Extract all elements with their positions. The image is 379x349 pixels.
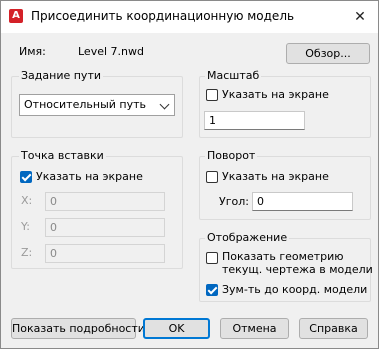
rotation-group-label: Поворот: [205, 149, 258, 162]
path-group-label: Задание пути: [19, 69, 104, 82]
path-type-value: Относительный путь: [24, 98, 146, 111]
insertion-point-group-label: Точка вставки: [19, 149, 106, 162]
attach-coordination-model-dialog: A Присоединить координационную модель ✕ …: [0, 0, 379, 349]
browse-button[interactable]: Обзор...: [286, 43, 370, 64]
rotation-specify-label: Указать на экране: [222, 170, 329, 183]
rotation-specify-checkbox[interactable]: [206, 171, 218, 183]
show-details-button[interactable]: Показать подробности: [11, 318, 145, 339]
show-geometry-label-line1: Показать геометрию: [222, 250, 344, 263]
angle-label: Угол:: [219, 195, 249, 208]
zoom-to-model-label: Зум-ть до коорд. модели: [222, 283, 368, 296]
show-geometry-checkbox[interactable]: [206, 252, 218, 264]
scale-specify-checkbox[interactable]: [206, 89, 218, 101]
x-label: X:: [21, 194, 33, 207]
insertion-specify-checkbox[interactable]: [20, 171, 32, 183]
x-input[interactable]: 0: [45, 192, 165, 211]
cancel-button[interactable]: Отмена: [220, 318, 289, 339]
display-group-label: Отображение: [205, 231, 290, 244]
scale-input[interactable]: 1: [204, 111, 305, 130]
y-label: Y:: [21, 220, 30, 233]
autocad-app-icon: A: [9, 9, 23, 23]
z-label: Z:: [21, 246, 33, 259]
angle-input[interactable]: 0: [252, 192, 353, 211]
path-type-select[interactable]: Относительный путь: [19, 94, 175, 116]
help-button[interactable]: Справка: [299, 318, 368, 339]
dialog-title: Присоединить координационную модель: [31, 9, 295, 23]
scale-group-label: Масштаб: [205, 69, 262, 82]
close-button[interactable]: ✕: [348, 6, 372, 28]
show-geometry-label-line2: текущ. чертежа в модели: [222, 263, 373, 276]
name-label: Имя:: [19, 45, 46, 58]
show-geometry-label: Показать геометрию текущ. чертежа в моде…: [222, 250, 373, 276]
z-input[interactable]: 0: [45, 244, 165, 263]
chevron-down-icon: [159, 99, 170, 110]
insertion-specify-label: Указать на экране: [36, 170, 143, 183]
y-input[interactable]: 0: [45, 218, 165, 237]
zoom-to-model-checkbox[interactable]: [206, 284, 218, 296]
ok-button[interactable]: OK: [143, 318, 210, 339]
file-name-value: Level 7.nwd: [78, 45, 144, 58]
title-bar: A Присоединить координационную модель ✕: [1, 1, 378, 33]
scale-specify-label: Указать на экране: [222, 88, 329, 101]
